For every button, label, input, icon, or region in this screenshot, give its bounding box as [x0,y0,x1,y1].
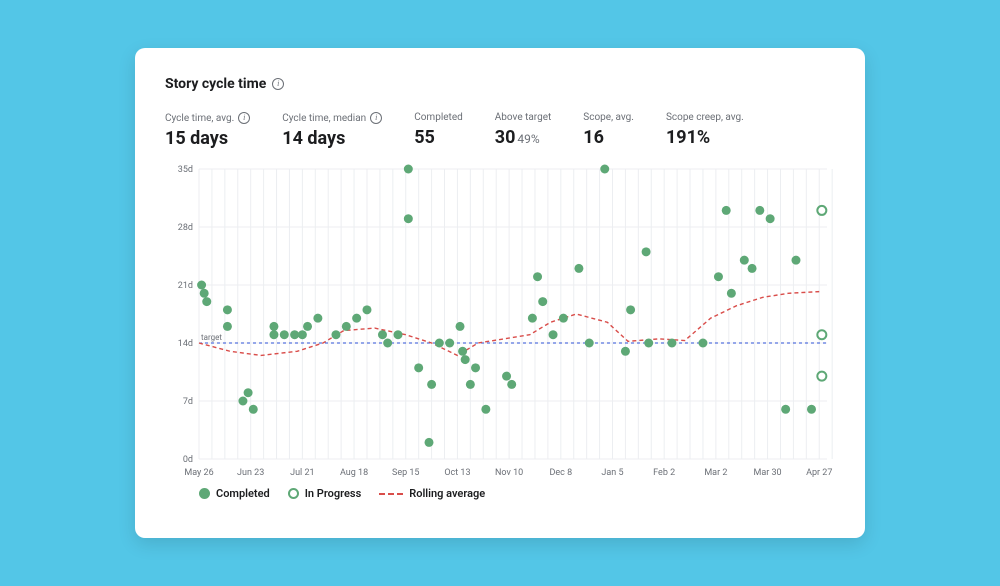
metric-5: Scope creep, avg. 191% [666,112,744,149]
metric-value: 15 days [165,128,250,149]
metric-label: Scope, avg. [583,112,634,123]
info-icon[interactable]: i [272,78,284,90]
svg-text:Dec 8: Dec 8 [549,468,572,478]
metric-label: Cycle time, avg.i [165,112,250,124]
svg-text:0d: 0d [183,455,193,465]
metric-value: 3049% [495,127,552,148]
svg-text:14d: 14d [178,339,193,349]
svg-text:Oct 13: Oct 13 [444,468,470,478]
metric-value: 55 [414,127,463,148]
svg-text:Apr 27: Apr 27 [806,468,832,478]
svg-text:Jun 23: Jun 23 [237,468,264,478]
svg-text:28d: 28d [178,223,193,233]
legend-in-progress-label: In Progress [305,487,361,500]
svg-text:Nov 10: Nov 10 [495,468,523,478]
card-title-row: Story cycle time i [165,76,835,92]
card-title: Story cycle time [165,76,266,92]
svg-text:target: target [201,333,222,342]
cycle-time-chart: 0d 7d 14d 21d 28d 35d May 26 Jun 23 Jul 21 Aug 18… [165,163,835,483]
svg-text:Feb 2: Feb 2 [653,468,675,478]
metric-0: Cycle time, avg.i 15 days [165,112,250,149]
svg-text:35d: 35d [178,165,193,175]
svg-text:Sep 15: Sep 15 [392,468,420,478]
info-icon[interactable]: i [370,112,382,124]
legend-completed: Completed [199,487,270,500]
metric-label: Cycle time, mediani [282,112,382,124]
metric-label: Above target [495,112,552,123]
metric-1: Cycle time, mediani 14 days [282,112,382,149]
svg-text:21d: 21d [178,281,193,291]
svg-text:May 26: May 26 [184,468,213,478]
metric-value: 14 days [282,128,382,149]
legend-in-progress-icon [288,488,299,499]
metric-3: Above target 3049% [495,112,552,149]
metric-value: 16 [583,127,634,148]
info-icon[interactable]: i [238,112,250,124]
story-cycle-card: Story cycle time i Cycle time, avg.i 15 d… [135,48,865,538]
svg-text:Jul 21: Jul 21 [290,468,314,478]
svg-text:7d: 7d [183,397,193,407]
svg-text:Mar 2: Mar 2 [704,468,727,478]
svg-text:Mar 30: Mar 30 [753,468,781,478]
legend-rolling-icon [379,493,403,495]
metric-label: Scope creep, avg. [666,112,744,123]
legend-completed-label: Completed [216,487,270,500]
metric-value: 191% [666,127,744,148]
metric-label: Completed [414,112,463,123]
svg-text:Aug 18: Aug 18 [340,468,368,478]
legend-completed-icon [199,488,210,499]
legend-in-progress: In Progress [288,487,361,500]
legend-rolling-label: Rolling average [409,487,485,500]
metrics-row: Cycle time, avg.i 15 days Cycle time, medi… [165,112,835,149]
svg-text:Jan 5: Jan 5 [601,468,623,478]
metric-4: Scope, avg. 16 [583,112,634,149]
chart-legend: Completed In Progress Rolling average [199,487,835,500]
legend-rolling: Rolling average [379,487,485,500]
metric-2: Completed 55 [414,112,463,149]
